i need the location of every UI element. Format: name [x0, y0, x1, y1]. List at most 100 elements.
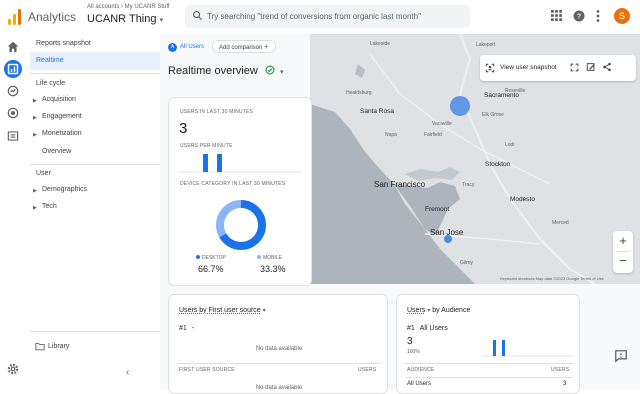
search-bar[interactable] — [185, 5, 470, 28]
help-icon[interactable]: ? — [573, 10, 585, 22]
map-attribution[interactable]: Keyboard shortcuts Map data ©2023 Google… — [500, 276, 604, 281]
desktop-legend: DESKTOP — [196, 255, 226, 261]
per-minute-bar — [217, 154, 222, 172]
table-row-name[interactable]: All Users — [407, 381, 431, 387]
page-title-row: Realtime overview ▾ — [168, 65, 284, 77]
avatar[interactable]: S — [614, 8, 630, 24]
city-label: Lodi — [505, 142, 515, 148]
nav-library[interactable]: Library — [48, 343, 69, 350]
more-vert-icon[interactable] — [596, 10, 600, 22]
users-per-minute-chart[interactable] — [180, 152, 302, 174]
account-breadcrumb[interactable]: All accounts › My UCANR Stuff — [87, 4, 170, 10]
location-bubble-sacramento[interactable] — [450, 96, 470, 116]
svg-text:?: ? — [577, 14, 581, 21]
audience-bar — [493, 340, 496, 356]
city-label: Merced — [552, 220, 569, 226]
zoom-in-button[interactable]: + — [613, 232, 633, 250]
desktop-value: 66.7% — [198, 264, 224, 274]
nav-engagement[interactable]: Engagement — [42, 113, 82, 120]
expand-arrow-icon[interactable]: ▶ — [33, 132, 37, 138]
nav-realtime[interactable]: Realtime — [36, 57, 64, 64]
advertising-icon[interactable] — [6, 106, 20, 120]
folder-icon[interactable] — [35, 342, 45, 351]
collapse-chevron-icon[interactable]: ‹ — [126, 367, 129, 378]
users-by-source-card: Users by First user source ▾ #1 - No dat… — [168, 294, 388, 394]
device-donut-chart[interactable] — [215, 199, 267, 251]
nav-section-life-cycle[interactable]: Life cycle — [36, 80, 65, 87]
verified-check-icon[interactable] — [265, 65, 275, 75]
report-navigation: Reports snapshot Realtime Life cycle ⌃ ▶… — [26, 34, 168, 389]
city-label: Tracy — [462, 182, 475, 188]
all-users-badge: A — [168, 42, 177, 52]
expand-arrow-icon[interactable]: ▶ — [33, 188, 37, 194]
all-users-label: All Users — [180, 44, 205, 50]
property-selector[interactable]: UCANR Thing ▾ — [87, 13, 163, 25]
city-label: Lakeport — [476, 42, 496, 48]
users-by-audience-card: Users ▾ by Audience #1 All Users 3 100% … — [396, 294, 580, 394]
audience-bar — [502, 340, 505, 356]
desktop-label: DESKTOP — [202, 255, 226, 261]
user-location-marker[interactable] — [600, 97, 612, 109]
list-icon[interactable] — [6, 129, 20, 143]
expand-arrow-icon[interactable]: ▶ — [33, 98, 37, 104]
share-icon[interactable] — [602, 62, 612, 72]
rank-value: - — [191, 325, 195, 332]
card-title: USERS IN LAST 30 MINUTES — [180, 109, 254, 115]
map-toolbar: View user snapshot — [480, 55, 636, 81]
device-category-label: DEVICE CATEGORY IN LAST 30 MINUTES — [180, 181, 286, 187]
users-last-30-min-card: USERS IN LAST 30 MINUTES 3 USERS PER MIN… — [168, 97, 312, 286]
view-user-snapshot-button[interactable]: View user snapshot — [500, 64, 557, 71]
nav-monetization[interactable]: Monetization — [42, 130, 82, 137]
users-count: 3 — [179, 120, 188, 137]
city-label-stockton: Stockton — [485, 161, 511, 168]
all-users-chip[interactable]: A All Users — [168, 41, 204, 53]
apps-grid-icon[interactable] — [551, 10, 562, 21]
search-input[interactable] — [207, 10, 462, 23]
location-bubble-san-jose[interactable] — [444, 235, 452, 243]
home-icon[interactable] — [6, 40, 20, 54]
city-label-sacramento: Sacramento — [484, 92, 520, 99]
rank-row: #1 - — [179, 325, 194, 332]
feedback-icon[interactable] — [614, 349, 632, 367]
divider — [405, 363, 573, 364]
source-dimension-selector[interactable]: Users by First user source ▾ — [179, 307, 266, 314]
reports-icon[interactable] — [4, 60, 22, 78]
customize-report-icon[interactable] — [586, 62, 596, 72]
zoom-out-button[interactable]: − — [613, 252, 633, 270]
city-label-santa-rosa: Santa Rosa — [360, 108, 394, 115]
city-label-fremont: Fremont — [425, 206, 450, 213]
nav-demographics[interactable]: Demographics — [42, 186, 87, 193]
audience-value: 3 — [407, 336, 413, 347]
nav-overview[interactable]: Overview — [42, 148, 71, 155]
city-label: Fairfield — [424, 132, 442, 138]
expand-arrow-icon[interactable]: ▶ — [33, 205, 37, 211]
nav-tech[interactable]: Tech — [42, 203, 57, 210]
fullscreen-icon[interactable] — [570, 63, 579, 72]
add-comparison-button[interactable]: Add comparison + — [212, 40, 276, 53]
audience-sparkline-chart[interactable] — [482, 339, 572, 357]
col-header-audience: AUDIENCE — [407, 367, 435, 373]
users-per-minute-label: USERS PER MINUTE — [180, 143, 233, 149]
city-label: Gilroy — [460, 260, 474, 266]
audience-card-header[interactable]: Users ▾ by Audience — [407, 307, 470, 314]
analytics-logo-icon[interactable] — [8, 9, 22, 25]
nav-section-user[interactable]: User — [36, 170, 51, 177]
metric-selector[interactable]: Users — [407, 307, 425, 314]
audience-card-title: by Audience — [432, 307, 471, 314]
rank: #1 — [407, 325, 415, 332]
nav-divider — [30, 331, 166, 332]
divider — [405, 377, 573, 378]
settings-gear-icon[interactable] — [6, 362, 20, 376]
chevron-down-icon[interactable]: ▾ — [280, 69, 284, 76]
chevron-down-icon: ▾ — [159, 17, 164, 24]
search-icon — [193, 11, 203, 21]
nav-reports-snapshot[interactable]: Reports snapshot — [36, 40, 91, 47]
city-label: Napa — [385, 132, 397, 138]
col-header-users: USERS — [551, 367, 570, 373]
mobile-value: 33.3% — [260, 264, 286, 274]
expand-arrow-icon[interactable]: ▶ — [33, 115, 37, 121]
nav-acquisition[interactable]: Acquisition — [42, 96, 76, 103]
col-header-users: USERS — [358, 367, 377, 373]
property-name: UCANR Thing — [87, 13, 157, 25]
explore-icon[interactable] — [6, 84, 20, 98]
